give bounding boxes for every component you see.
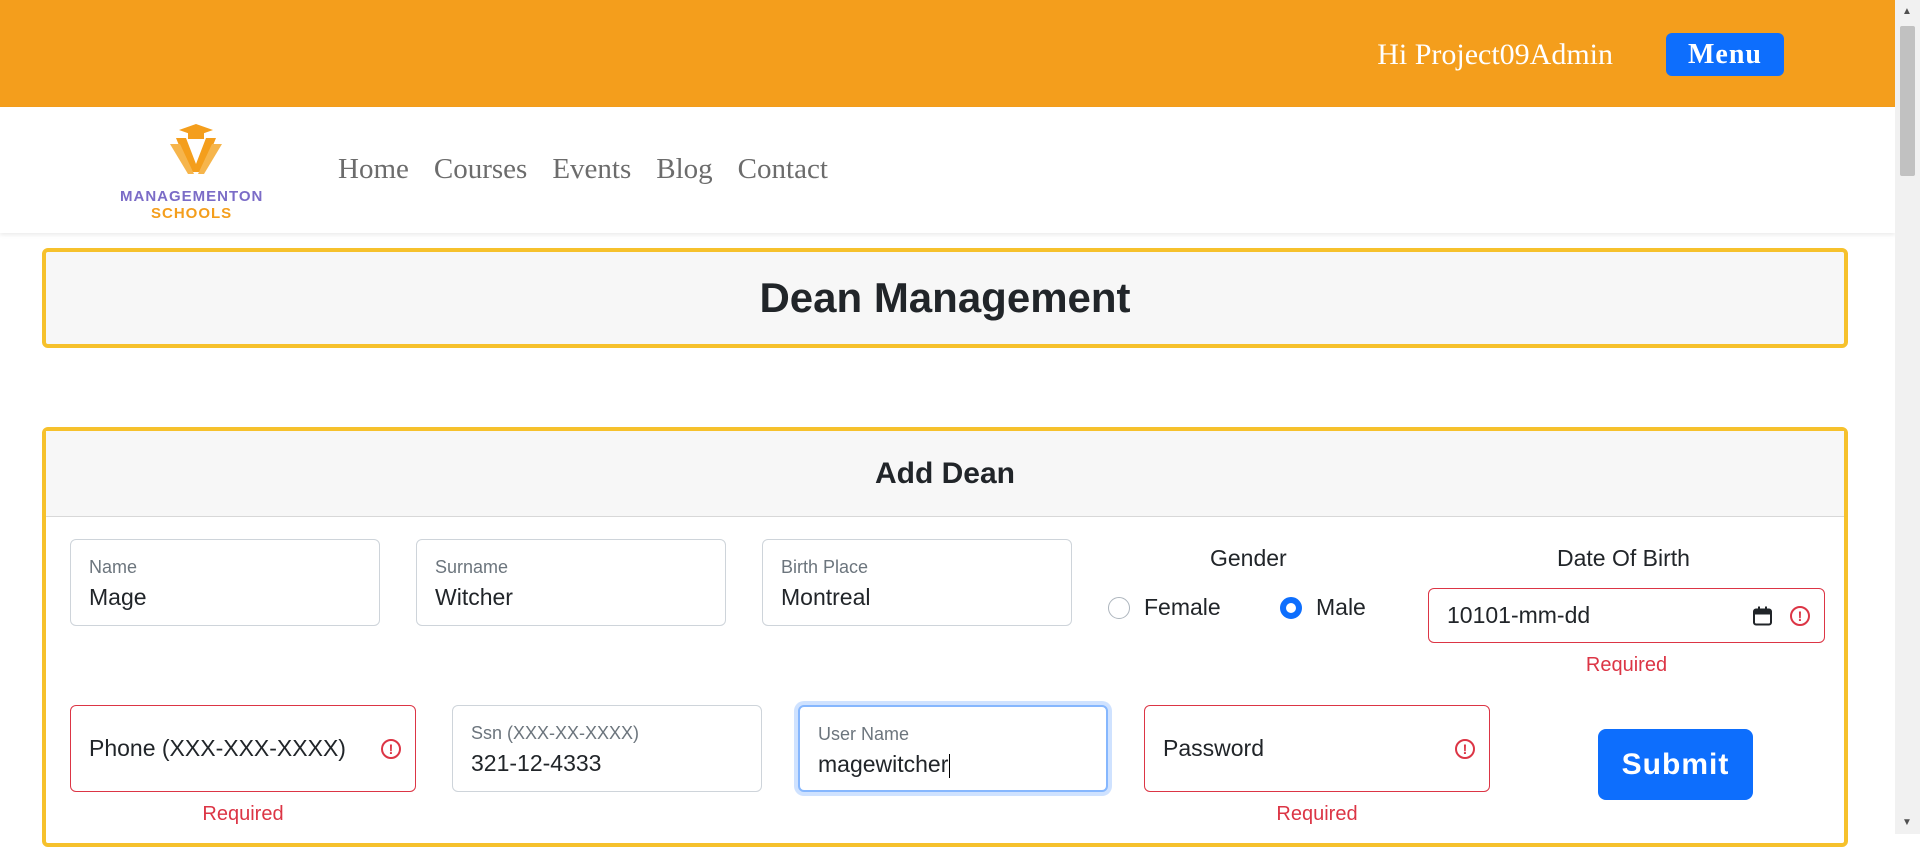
text-cursor [949,753,951,778]
date-of-birth-error: Required [1585,654,1668,676]
gender-male-radio[interactable]: Male [1280,594,1366,621]
phone-input[interactable]: Phone (XXX-XXX-XXXX) ! [70,705,416,792]
birth-place-label: Birth Place [781,557,869,577]
name-field[interactable]: Name Mage [70,539,380,626]
username-value: magewitcher [818,751,951,778]
nav-link-home[interactable]: Home [338,153,409,186]
card-header: Add Dean [46,431,1844,517]
logo-text-line2: SCHOOLS [151,205,233,222]
birth-place-field[interactable]: Birth Place Montreal [762,539,1072,626]
password-error: Required [1276,803,1358,825]
radio-checked-icon [1280,596,1302,619]
submit-button[interactable]: Submit [1598,729,1753,800]
calendar-icon[interactable] [1753,606,1772,625]
password-input[interactable]: Password ! [1144,705,1490,792]
error-icon: ! [1455,738,1475,759]
top-bar: Hi Project09Admin Menu [0,0,1895,107]
nav-link-courses[interactable]: Courses [434,153,527,186]
greeting-text: Hi Project09Admin [1377,38,1613,71]
nav-links: Home Courses Events Blog Contact [338,153,828,186]
scroll-up-arrow-icon[interactable]: ▲ [1902,6,1912,17]
logo-text-line1: MANAGEMENTON [120,188,264,205]
surname-value: Witcher [435,584,513,610]
password-placeholder: Password [1163,735,1264,761]
form-title: Add Dean [874,456,1015,490]
gender-male-label: Male [1316,594,1366,620]
scrollbar-thumb[interactable] [1900,26,1915,176]
nav-link-blog[interactable]: Blog [656,153,712,186]
username-text: magewitcher [818,751,949,777]
menu-button[interactable]: Menu [1666,33,1784,76]
page-title: Dean Management [759,274,1131,321]
date-of-birth-input[interactable]: 10101-mm-dd ! [1428,588,1825,643]
name-value: Mage [89,584,147,610]
error-icon: ! [381,738,401,759]
surname-field[interactable]: Surname Witcher [416,539,726,626]
ssn-label: Ssn (XXX-XX-XXXX) [471,723,640,743]
phone-placeholder: Phone (XXX-XXX-XXXX) [89,735,346,761]
username-label: User Name [818,724,910,744]
date-of-birth-value: 10101-mm-dd [1447,602,1591,628]
scroll-down-arrow-icon[interactable]: ▼ [1902,817,1912,828]
gender-female-radio[interactable]: Female [1108,594,1221,621]
school-logo[interactable]: MANAGEMENTON SCHOOLS [118,122,278,222]
username-field[interactable]: User Name magewitcher [798,705,1108,792]
phone-error: Required [202,803,284,825]
main-navbar: MANAGEMENTON SCHOOLS Home Courses Events… [0,107,1895,233]
gender-label: Gender [1210,545,1287,571]
name-label: Name [89,557,138,577]
gender-female-label: Female [1144,594,1221,620]
page-title-panel: Dean Management [42,248,1848,348]
ssn-value: 321-12-4333 [471,750,602,776]
error-icon: ! [1790,605,1810,626]
ssn-field[interactable]: Ssn (XXX-XX-XXXX) 321-12-4333 [452,705,762,792]
nav-link-contact[interactable]: Contact [738,153,828,186]
birth-place-value: Montreal [781,584,871,610]
radio-unchecked-icon [1108,596,1130,619]
surname-label: Surname [435,557,509,577]
vertical-scrollbar[interactable]: ▲ ▼ [1895,0,1920,834]
graduation-cap-logo-icon [170,124,222,174]
date-of-birth-label: Date Of Birth [1557,545,1690,571]
nav-link-events[interactable]: Events [552,153,631,186]
